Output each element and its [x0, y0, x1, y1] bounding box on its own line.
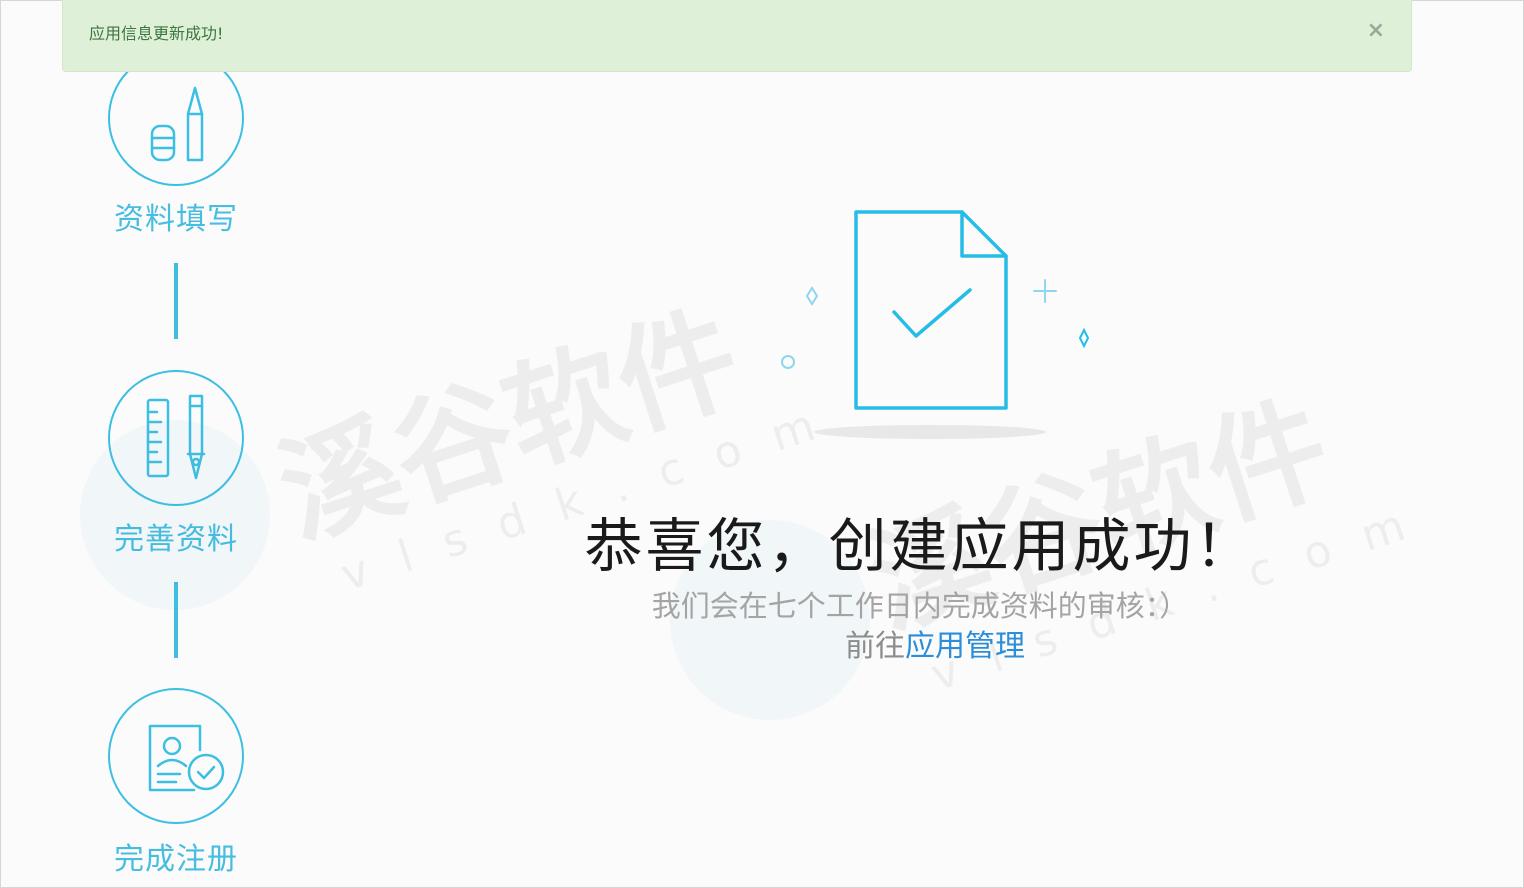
success-subtitle: 我们会在七个工作日内完成资料的审核：）	[651, 589, 1189, 623]
ruler-pen-icon	[146, 394, 206, 480]
step-complete-info: 完善资料	[108, 370, 244, 557]
step-label-1: 资料填写	[114, 202, 238, 237]
id-card-check-icon	[148, 724, 225, 792]
document-check-icon	[781, 210, 1090, 439]
step-circle-2	[108, 370, 244, 506]
goto-line: 前往应用管理	[500, 628, 1370, 666]
step-connector-1	[174, 263, 178, 339]
app-management-link[interactable]: 应用管理	[905, 629, 1025, 664]
step-label-3: 完成注册	[114, 842, 238, 877]
success-title: 恭喜您，创建应用成功！	[584, 512, 1256, 580]
step-label-2: 完善资料	[114, 522, 238, 557]
close-icon[interactable]: ×	[1367, 18, 1385, 44]
step-registration-complete: 完成注册	[108, 688, 244, 877]
step-connector-2	[174, 582, 178, 658]
step-circle-3	[108, 688, 244, 824]
alert-message: 应用信息更新成功!	[89, 24, 224, 43]
goto-prefix: 前往	[845, 629, 905, 664]
success-alert: 应用信息更新成功! ×	[62, 0, 1412, 72]
